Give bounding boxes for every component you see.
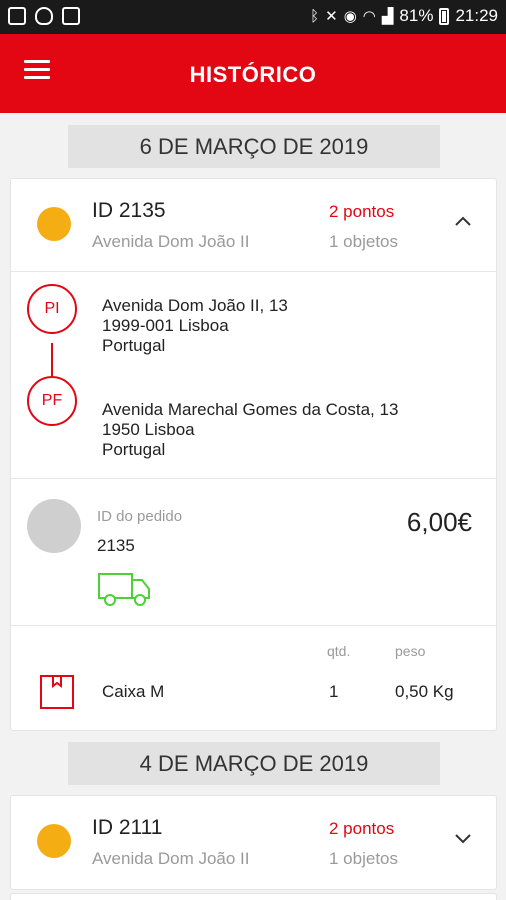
order-street: Avenida Dom João II: [92, 849, 250, 868]
qty-header: qtd.: [327, 643, 351, 659]
chevron-down-icon[interactable]: [453, 828, 473, 848]
dropoff-line3: Portugal: [102, 440, 166, 459]
van-icon: [96, 568, 152, 608]
dropoff-line1: Avenida Marechal Gomes da Costa, 13: [102, 400, 399, 419]
order-street: Avenida Dom João II: [92, 232, 250, 251]
order-points: 2 pontos: [329, 202, 395, 221]
pickup-line1: Avenida Dom João II, 13: [102, 296, 288, 315]
wifi-icon: ◠: [362, 8, 376, 25]
box-icon: [39, 674, 75, 710]
status-dot: [37, 824, 71, 858]
signal-icon: ▟: [381, 8, 394, 25]
items-section: qtd. peso Caixa M 1 0,50 Kg: [11, 626, 496, 730]
order-objects: 1 objetos: [329, 232, 398, 251]
payment-section: ID do pedido 2135 6,00€: [11, 479, 496, 625]
pickup-address: Avenida Dom João II, 13 1999-001 Lisboa …: [102, 296, 288, 356]
status-bar: ᛒ ✕ ◉ ◠ ▟ 81% 21:29: [0, 0, 506, 34]
mute-icon: ✕: [325, 8, 338, 25]
battery-icon: [439, 7, 450, 25]
item-qty: 1: [329, 682, 339, 701]
clock: 21:29: [455, 6, 498, 25]
weight-header: peso: [395, 643, 426, 659]
page-title: HISTÓRICO: [189, 62, 317, 87]
order-id: ID 2135: [92, 199, 166, 222]
alarm-icon: ◉: [343, 8, 357, 25]
pickup-badge: PI: [27, 284, 77, 334]
date-header: 4 DE MARÇO DE 2019: [68, 742, 440, 785]
pickup-line2: 1999-001 Lisboa: [102, 316, 229, 335]
route-connector: [51, 343, 53, 376]
dropoff-line2: 1950 Lisboa: [102, 420, 195, 439]
bluetooth-icon: ᛒ: [310, 7, 320, 25]
order-id-label: ID do pedido: [97, 508, 183, 525]
item-weight: 0,50 Kg: [395, 682, 454, 701]
order-id: ID 2111: [92, 816, 163, 839]
item-name: Caixa M: [102, 682, 165, 701]
order-price: 6,00€: [406, 507, 472, 537]
gallery-icon: [62, 7, 80, 25]
order-objects: 1 objetos: [329, 849, 398, 868]
order-summary[interactable]: ID 2135 Avenida Dom João II 2 pontos 1 o…: [11, 179, 496, 271]
order-card: ID 2135 Avenida Dom João II 2 pontos 1 o…: [10, 178, 497, 731]
route-section: PI Avenida Dom João II, 13 1999-001 Lisb…: [11, 272, 496, 478]
date-header: 6 DE MARÇO DE 2019: [68, 125, 440, 168]
dropoff-badge: PF: [27, 376, 77, 426]
order-card: ID 2111 Avenida Dom João II 2 pontos 1 o…: [10, 795, 497, 890]
order-id-value: 2135: [97, 536, 135, 555]
avatar: [27, 499, 81, 553]
order-summary[interactable]: ID 2111 Avenida Dom João II 2 pontos 1 o…: [11, 796, 496, 888]
chevron-up-icon[interactable]: [453, 211, 473, 231]
app-bar: HISTÓRICO: [0, 34, 506, 113]
order-points: 2 pontos: [329, 819, 395, 838]
shield-icon: [35, 7, 53, 25]
pickup-line3: Portugal: [102, 336, 166, 355]
image-icon: [8, 7, 26, 25]
status-dot: [37, 207, 71, 241]
battery-percent: 81%: [399, 6, 434, 25]
dropoff-address: Avenida Marechal Gomes da Costa, 13 1950…: [102, 400, 398, 460]
order-card: [10, 893, 497, 900]
